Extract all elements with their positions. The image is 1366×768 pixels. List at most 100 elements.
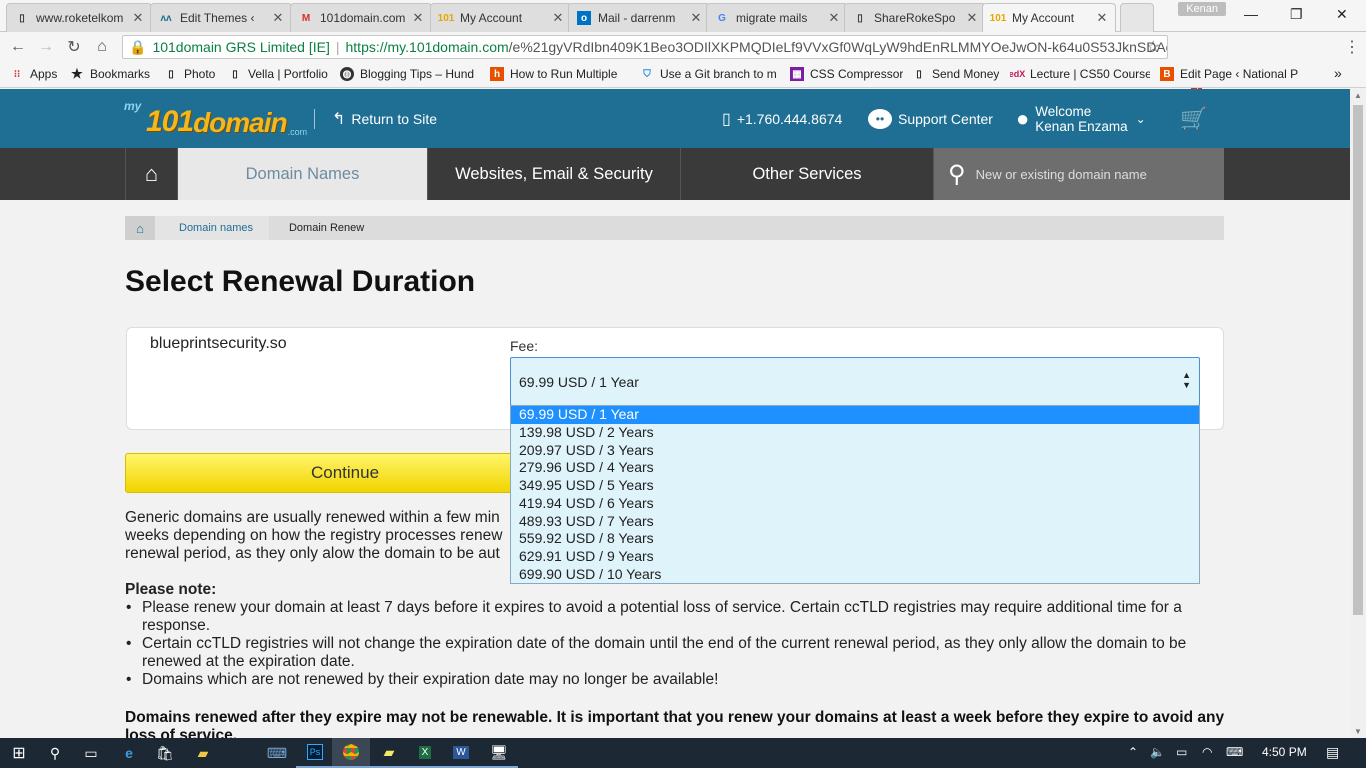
close-tab-icon[interactable]: ✕	[131, 10, 145, 26]
back-icon[interactable]: ←	[4, 38, 32, 56]
close-tab-icon[interactable]: ✕	[689, 10, 703, 26]
bookmark-item[interactable]: h How to Run Multiple	[490, 67, 630, 81]
url-host: https://my.101domain.com	[345, 39, 509, 55]
address-bar[interactable]: 🔒 101domain GRS Limited [IE] | https://m…	[122, 35, 1168, 59]
fee-option[interactable]: 629.91 USD / 9 Years	[511, 548, 1199, 566]
nav-domain-names[interactable]: Domain Names	[178, 148, 428, 200]
nav-home[interactable]: ⌂	[125, 148, 178, 200]
wifi-icon[interactable]: ◠	[1202, 745, 1212, 759]
css-icon: ▦	[790, 67, 804, 81]
sticky-notes-icon[interactable]: ▰	[370, 738, 408, 768]
battery-icon[interactable]: ▭	[1176, 745, 1187, 759]
nav-websites-email-security[interactable]: Websites, Email & Security	[428, 148, 681, 200]
return-label: Return to Site	[351, 110, 438, 127]
file-explorer-icon[interactable]: ▰	[184, 738, 222, 768]
close-tab-icon[interactable]: ✕	[411, 10, 425, 26]
fee-option[interactable]: 559.92 USD / 8 Years	[511, 530, 1199, 548]
site-logo[interactable]: my 101 domain .com	[124, 99, 307, 139]
browser-tab[interactable]: Gmigrate mails ✕	[706, 3, 848, 32]
101-favicon: 101	[437, 12, 455, 24]
bookmark-item[interactable]: ★ Bookmarks	[70, 67, 150, 81]
bookmark-label: How to Run Multiple	[510, 67, 618, 81]
phone-link[interactable]: ▯ +1.760.444.8674	[722, 89, 842, 148]
home-browser-icon[interactable]: ⌂	[88, 38, 116, 56]
forward-icon[interactable]: →	[32, 38, 60, 56]
bookmarks-overflow[interactable]: »	[1334, 65, 1342, 81]
fee-option[interactable]: 279.96 USD / 4 Years	[511, 459, 1199, 477]
fee-option[interactable]: 349.95 USD / 5 Years	[511, 477, 1199, 495]
fee-option[interactable]: 139.98 USD / 2 Years	[511, 424, 1199, 442]
select-arrows-icon: ▲ ▼	[1182, 370, 1191, 390]
volume-icon[interactable]: 🔈	[1150, 745, 1165, 759]
return-to-site-link[interactable]: ↰ Return to Site	[332, 89, 437, 148]
reload-icon[interactable]: ↻	[60, 37, 88, 57]
close-tab-icon[interactable]: ✕	[271, 10, 285, 26]
edge-icon[interactable]: e	[110, 738, 148, 768]
cart-button[interactable]: 🛒	[1180, 89, 1207, 148]
scroll-down-arrow-icon[interactable]: ▼	[1354, 727, 1362, 736]
close-window-icon[interactable]: ✕	[1336, 6, 1348, 23]
ps-glyph: Ps	[306, 744, 324, 760]
profile-badge[interactable]: Kenan	[1178, 2, 1226, 16]
close-tab-icon[interactable]: ✕	[551, 10, 565, 26]
browser-tab[interactable]: o Mail - darrenm ✕	[568, 3, 710, 32]
support-center-link[interactable]: •• Support Center	[868, 89, 993, 148]
fee-option[interactable]: 699.90 USD / 10 Years	[511, 566, 1199, 584]
fee-option[interactable]: 69.99 USD / 1 Year	[511, 406, 1199, 424]
chrome-icon[interactable]	[332, 738, 370, 768]
minimize-icon[interactable]: —	[1244, 6, 1258, 22]
browser-tab[interactable]: ʌʌ Edit Themes ‹ ✕	[150, 3, 292, 32]
restore-icon[interactable]: ❐	[1290, 6, 1303, 23]
breadcrumb-domain-names[interactable]: Domain names	[155, 216, 269, 240]
bookmark-item[interactable]: ⛉ Use a Git branch to m	[640, 67, 780, 81]
windows-start-icon[interactable]: ⊞	[0, 738, 38, 768]
new-tab-button[interactable]	[1120, 3, 1154, 32]
browser-tab-active[interactable]: 101 My Account ✕	[982, 3, 1116, 32]
search-icon[interactable]: ⚲	[36, 738, 74, 768]
bookmark-apps[interactable]: ⁝⁝ Apps	[10, 67, 58, 81]
chrome-menu-icon[interactable]: ⋮	[1344, 37, 1360, 57]
scrollbar-thumb[interactable]	[1353, 105, 1363, 615]
domain-search-input[interactable]: ⚲ New or existing domain name	[934, 148, 1224, 200]
action-center-icon[interactable]: ▤	[1326, 744, 1339, 761]
fee-select[interactable]: 69.99 USD / 1 Year ▲ ▼	[510, 357, 1200, 406]
page-scrollbar[interactable]: ▲ ▼	[1350, 89, 1366, 738]
word-icon[interactable]: W	[442, 738, 480, 768]
keyboard-app-icon[interactable]: ⌨	[258, 738, 296, 768]
blogger-icon: B	[1160, 67, 1174, 81]
remote-desktop-icon[interactable]: 🖥	[480, 738, 518, 768]
close-tab-icon[interactable]: ✕	[1095, 10, 1109, 26]
close-tab-icon[interactable]: ✕	[827, 10, 841, 26]
apps-grid-icon: ⁝⁝	[13, 68, 21, 80]
task-view-icon[interactable]: ▭	[72, 738, 110, 768]
bookmark-item[interactable]: ▯ Send Money	[912, 67, 999, 81]
keyboard-tray-icon[interactable]: ⌨	[1226, 745, 1243, 759]
scroll-up-arrow-icon[interactable]: ▲	[1354, 91, 1362, 100]
continue-button[interactable]: Continue	[125, 453, 565, 493]
bookmark-item[interactable]: ▯ Vella | Portfolio	[228, 67, 328, 81]
browser-tab[interactable]: 101 My Account ✕	[430, 3, 572, 32]
bookmark-item[interactable]: ◍ Blogging Tips – Hund	[340, 67, 478, 81]
close-tab-icon[interactable]: ✕	[965, 10, 979, 26]
bookmark-item[interactable]: B Edit Page ‹ National P	[1160, 67, 1300, 81]
fee-option[interactable]: 209.97 USD / 3 Years	[511, 442, 1199, 460]
fee-option[interactable]: 489.93 USD / 7 Years	[511, 513, 1199, 531]
browser-tab[interactable]: M 101domain.com ✕	[290, 3, 432, 32]
bookmark-item[interactable]: ▦ CSS Compressor	[790, 67, 903, 81]
bookmark-star-icon[interactable]: ☆	[1146, 37, 1160, 57]
fee-option[interactable]: 419.94 USD / 6 Years	[511, 495, 1199, 513]
photoshop-icon[interactable]: Ps	[296, 738, 334, 768]
store-icon[interactable]: 🛍	[146, 738, 184, 768]
nav-other-services[interactable]: Other Services	[681, 148, 934, 200]
bookmark-item[interactable]: edX Lecture | CS50 Course	[1010, 67, 1150, 81]
clock[interactable]: 4:50 PM	[1262, 745, 1307, 759]
bookmark-item[interactable]: ▯ Photo	[164, 67, 215, 81]
tray-chevron-up-icon[interactable]: ⌃	[1128, 745, 1138, 759]
breadcrumb-home[interactable]: ⌂	[125, 216, 155, 240]
browser-tab[interactable]: ▯ www.roketelkom ✕	[6, 3, 152, 32]
tab-title: My Account	[460, 11, 523, 25]
excel-icon[interactable]: X	[406, 738, 444, 768]
browser-tab[interactable]: ▯ ShareRokeSpo ✕	[844, 3, 986, 32]
account-menu[interactable]: ● Welcome Kenan Enzama ⌄	[1016, 89, 1146, 148]
google-icon: G	[718, 12, 726, 24]
